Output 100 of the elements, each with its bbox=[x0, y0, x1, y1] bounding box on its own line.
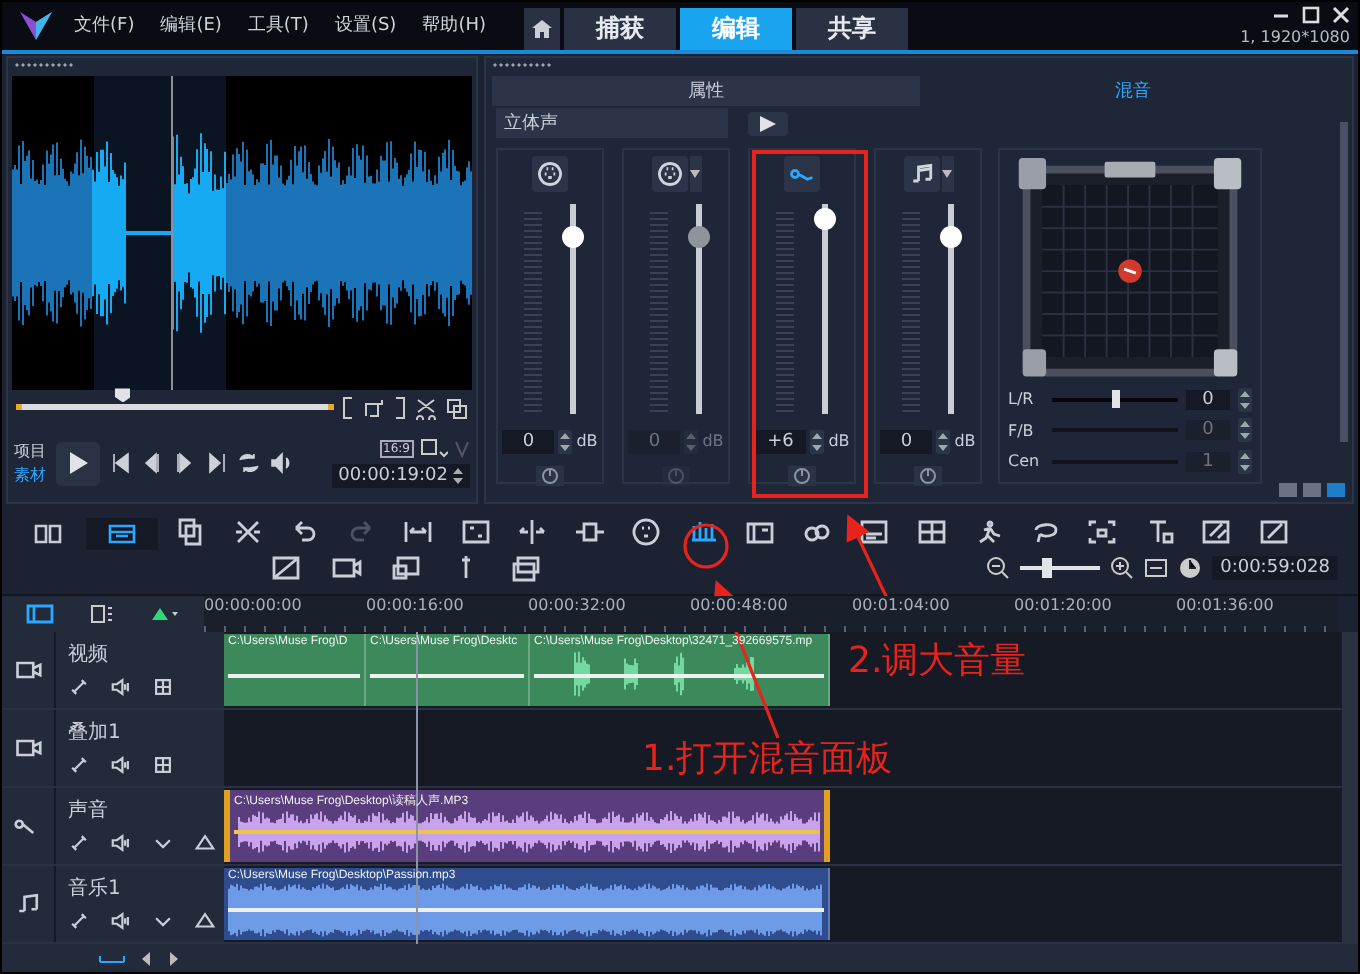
frame-icon[interactable] bbox=[1086, 515, 1118, 548]
zoom-in-icon[interactable] bbox=[1110, 555, 1135, 580]
marker-icon[interactable] bbox=[150, 606, 178, 623]
copy-icon[interactable] bbox=[174, 515, 206, 548]
link-icon[interactable] bbox=[68, 832, 90, 855]
end-icon[interactable] bbox=[206, 452, 228, 475]
scroll-right-icon[interactable] bbox=[168, 951, 178, 966]
volume-field[interactable]: 0 bbox=[502, 429, 555, 454]
channel-button[interactable] bbox=[903, 155, 939, 192]
mark-in-icon[interactable] bbox=[340, 395, 356, 420]
edit-icon[interactable] bbox=[1257, 515, 1289, 548]
source-toggle[interactable]: 项目 bbox=[14, 440, 46, 463]
crop-icon[interactable] bbox=[420, 438, 448, 459]
spin-icon[interactable] bbox=[558, 429, 573, 454]
maximize-icon[interactable] bbox=[1302, 5, 1320, 24]
close-icon[interactable] bbox=[1332, 5, 1350, 24]
sticker-icon[interactable] bbox=[1200, 515, 1232, 548]
triangle-icon[interactable] bbox=[194, 910, 216, 933]
link-icon[interactable] bbox=[68, 910, 90, 933]
chapter-icon[interactable] bbox=[90, 604, 114, 625]
fit-icon[interactable] bbox=[1144, 557, 1169, 578]
trim-icon[interactable] bbox=[362, 395, 386, 420]
scroll-left-icon[interactable] bbox=[142, 951, 152, 966]
channel-button[interactable] bbox=[784, 155, 820, 192]
axis-label: F/B bbox=[1008, 421, 1036, 440]
dropdown-button[interactable] bbox=[689, 155, 701, 192]
menu-item[interactable]: 设置(S) bbox=[334, 12, 397, 39]
spin-icon[interactable] bbox=[1238, 449, 1252, 474]
link-icon[interactable] bbox=[68, 676, 90, 699]
spin-icon[interactable] bbox=[1238, 418, 1252, 443]
reel-icon[interactable] bbox=[630, 515, 662, 548]
zoom-out-icon[interactable] bbox=[986, 555, 1011, 580]
speaker-icon[interactable] bbox=[110, 754, 132, 777]
grid-icon[interactable] bbox=[152, 754, 174, 777]
unit-label: dB bbox=[954, 432, 976, 451]
time-ruler[interactable]: 00:00:00:00 00:00:16:00 00:00:32:00 00:00:48:00 00:01:04:00 00:01:20:00 00:01:36:00 bbox=[204, 596, 1338, 633]
caption-icon[interactable] bbox=[858, 515, 890, 548]
reset-button[interactable] bbox=[914, 465, 942, 486]
channel-dropdown[interactable]: 立体声 bbox=[496, 108, 728, 139]
screen-icon[interactable] bbox=[459, 515, 491, 548]
mark-out-icon[interactable] bbox=[392, 395, 408, 420]
reset-button[interactable] bbox=[536, 465, 564, 486]
snapshot-icon[interactable] bbox=[510, 551, 542, 584]
channel-button[interactable] bbox=[651, 155, 687, 192]
spin-icon[interactable] bbox=[936, 429, 951, 454]
scissors-icon[interactable] bbox=[414, 395, 438, 420]
ruler-label: 00:00:32:00 bbox=[528, 596, 628, 619]
slider-thumb[interactable] bbox=[940, 225, 962, 248]
slider-thumb[interactable] bbox=[1041, 557, 1052, 578]
panel-tab[interactable]: 属性 bbox=[492, 75, 919, 106]
reset-button[interactable] bbox=[788, 465, 816, 486]
fit-project-icon[interactable] bbox=[98, 951, 126, 966]
start-icon[interactable] bbox=[110, 452, 132, 475]
source-toggle[interactable]: 素材 bbox=[14, 464, 46, 487]
capture-icon[interactable] bbox=[390, 551, 422, 584]
channel-button[interactable] bbox=[532, 155, 568, 192]
volume-field[interactable]: 0 bbox=[880, 429, 933, 454]
volume-field[interactable]: +6 bbox=[754, 429, 807, 454]
trim-icon[interactable] bbox=[231, 515, 263, 548]
speaker-icon[interactable] bbox=[110, 832, 132, 855]
menu-item[interactable]: 文件(F) bbox=[74, 12, 135, 39]
play-button[interactable] bbox=[56, 441, 100, 486]
contrast-icon[interactable] bbox=[270, 551, 302, 584]
logo-icon bbox=[18, 9, 54, 42]
layout-icon[interactable] bbox=[1278, 481, 1298, 498]
grid-icon[interactable] bbox=[915, 515, 947, 548]
dropdown-button[interactable] bbox=[941, 155, 953, 192]
timecode-field[interactable]: 00:00:19:02 bbox=[332, 464, 470, 489]
grid-icon[interactable] bbox=[152, 676, 174, 699]
triangle-icon[interactable] bbox=[194, 832, 216, 855]
volume-icon[interactable] bbox=[270, 452, 292, 475]
timeline-view-button[interactable] bbox=[86, 517, 158, 550]
repeat-icon[interactable] bbox=[238, 452, 260, 475]
menu-item[interactable]: 帮助(H) bbox=[422, 12, 486, 39]
save-frame-icon[interactable] bbox=[444, 395, 468, 420]
spin-icon[interactable] bbox=[452, 466, 464, 487]
spin-icon[interactable] bbox=[810, 429, 825, 454]
main-tab[interactable]: 捕获 bbox=[564, 7, 676, 50]
scrollbar[interactable] bbox=[1342, 632, 1358, 945]
speaker-icon[interactable] bbox=[110, 910, 132, 933]
prev-frame-icon[interactable] bbox=[142, 452, 164, 475]
main-tab[interactable]: 共享 bbox=[796, 7, 908, 50]
link-icon[interactable] bbox=[68, 754, 90, 777]
scrub-handle[interactable] bbox=[114, 388, 131, 403]
play-button[interactable] bbox=[748, 111, 788, 136]
track-manager-icon[interactable] bbox=[26, 604, 54, 625]
scrollbar[interactable] bbox=[1340, 121, 1348, 442]
split-icon[interactable] bbox=[516, 515, 548, 548]
value-field[interactable]: 0 bbox=[1186, 389, 1230, 410]
menu-item[interactable]: 编辑(E) bbox=[160, 12, 222, 39]
home-tab[interactable] bbox=[524, 7, 560, 50]
slider-thumb[interactable] bbox=[1111, 389, 1119, 408]
slider-thumb[interactable] bbox=[814, 208, 836, 231]
next-frame-icon[interactable] bbox=[174, 452, 196, 475]
speaker-icon[interactable] bbox=[110, 676, 132, 699]
menu-item[interactable]: 工具(T) bbox=[247, 12, 309, 39]
clock-icon[interactable] bbox=[1178, 555, 1203, 580]
spin-icon[interactable] bbox=[1238, 387, 1252, 412]
slider-thumb[interactable] bbox=[562, 225, 584, 248]
film-reel-icon bbox=[655, 159, 683, 188]
